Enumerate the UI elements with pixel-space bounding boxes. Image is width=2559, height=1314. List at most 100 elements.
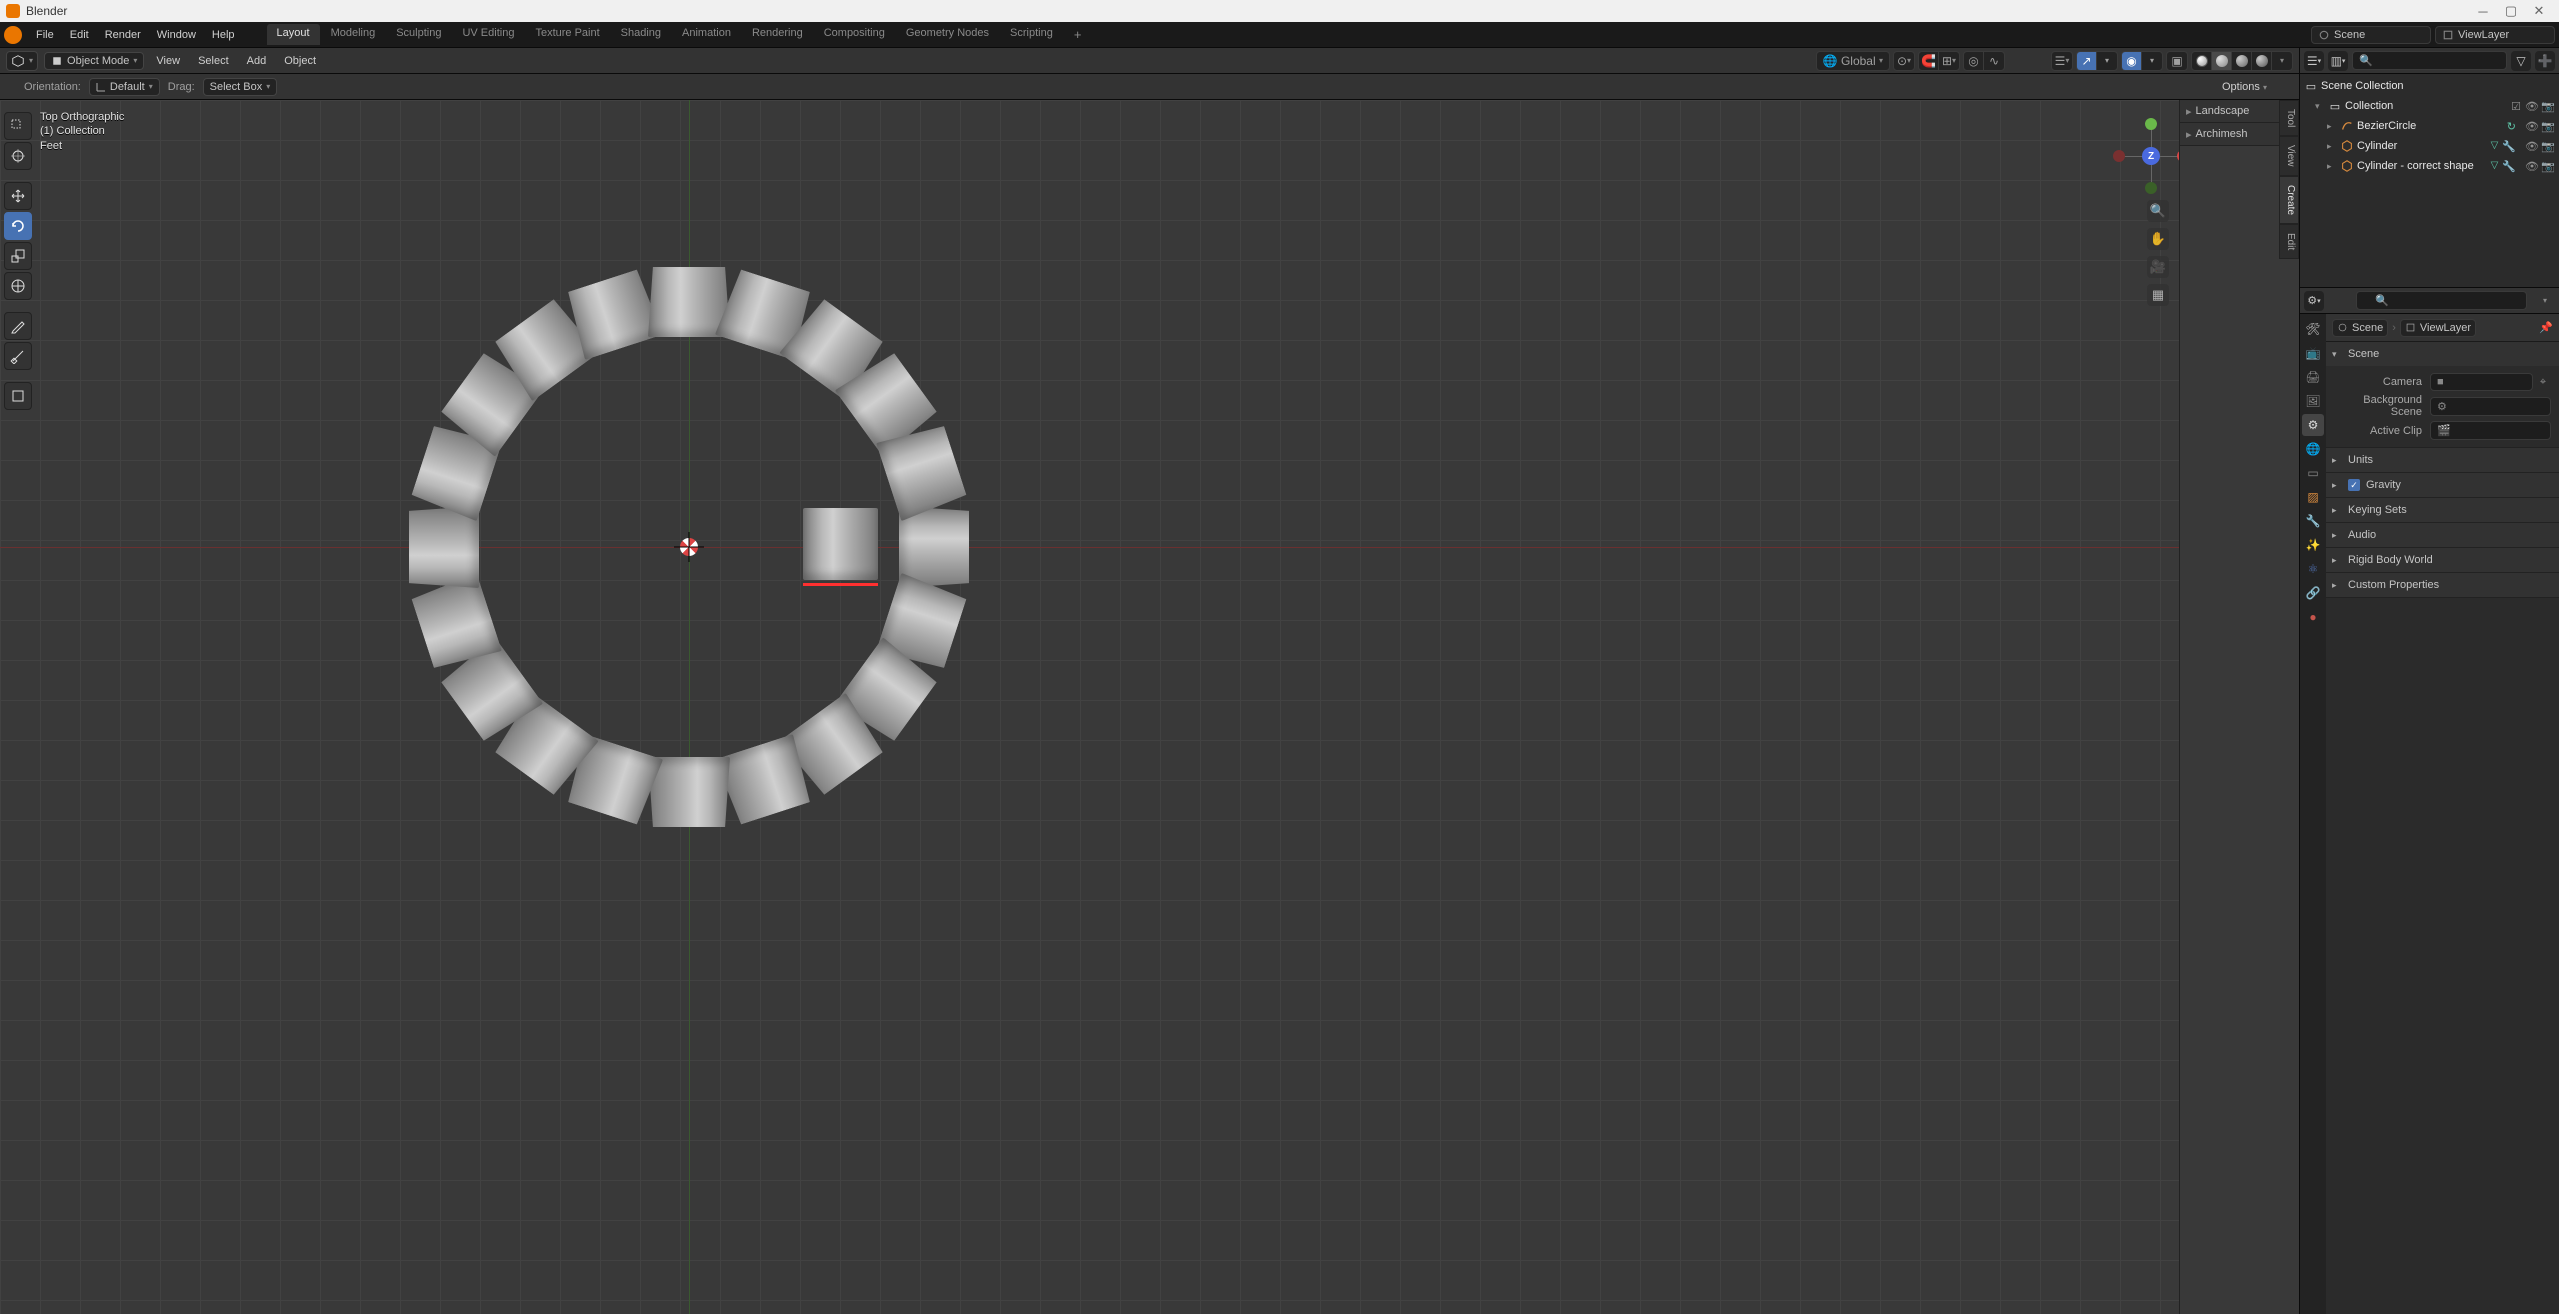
outliner-filter[interactable]: ▽ (2511, 51, 2531, 71)
outliner-tree[interactable]: ▭ Scene Collection ▾ ▭ Collection ☑👁📷 ▸B… (2300, 74, 2559, 287)
npanel-section-landscape[interactable]: ▸Landscape (2180, 100, 2279, 123)
menu-edit[interactable]: Edit (62, 26, 97, 44)
window-maximize-button[interactable]: ▢ (2497, 1, 2525, 21)
shading-solid[interactable] (2212, 52, 2232, 70)
nav-ortho[interactable]: ▦ (2147, 284, 2169, 306)
outliner-new-collection[interactable]: ➕ (2535, 51, 2555, 71)
workspace-tab-compositing[interactable]: Compositing (814, 24, 895, 45)
show-overlays-toggle[interactable]: ◉ (2122, 52, 2142, 70)
gizmo-z[interactable]: Z (2142, 147, 2160, 165)
workspace-tab-sculpting[interactable]: Sculpting (386, 24, 451, 45)
crumb-scene[interactable]: Scene (2332, 319, 2388, 337)
outliner-display-mode[interactable]: ▥▾ (2328, 51, 2348, 71)
tool-move[interactable] (4, 182, 32, 210)
workspace-tab-rendering[interactable]: Rendering (742, 24, 813, 45)
npanel-tab-tool[interactable]: Tool (2279, 100, 2299, 136)
navigation-gizmo[interactable]: Z (2123, 128, 2179, 184)
vp-menu-add[interactable]: Add (241, 52, 273, 70)
camera-eyedropper[interactable]: ⌖ (2535, 373, 2551, 391)
array-cylinder[interactable] (648, 757, 730, 827)
menu-render[interactable]: Render (97, 26, 149, 44)
tab-particles[interactable]: ✨ (2302, 534, 2324, 556)
tool-scale[interactable] (4, 242, 32, 270)
scene-selector[interactable]: Scene (2311, 26, 2431, 44)
outliner-item[interactable]: ▸Cylinder - correct shape▽ 🔧👁📷 (2300, 156, 2559, 176)
workspace-tab-layout[interactable]: Layout (267, 24, 320, 45)
tab-active-tool[interactable]: 🛠 (2302, 318, 2324, 340)
pivot-point[interactable]: ⊙▾ (1893, 51, 1915, 71)
npanel-tab-edit[interactable]: Edit (2279, 224, 2299, 259)
tool-transform[interactable] (4, 272, 32, 300)
tab-render[interactable]: 📺 (2302, 342, 2324, 364)
array-cylinder[interactable] (899, 506, 969, 588)
outliner-editor-type[interactable]: ☰▾ (2304, 51, 2324, 71)
transform-orientation[interactable]: 🌐 Global ▾ (1816, 51, 1890, 71)
vp-menu-select[interactable]: Select (192, 52, 235, 70)
crumb-viewlayer[interactable]: ViewLayer (2400, 319, 2476, 337)
tool-rotate[interactable] (4, 212, 32, 240)
tool-annotate[interactable] (4, 312, 32, 340)
section-custom[interactable]: ▸Custom Properties (2326, 573, 2559, 597)
shading-rendered[interactable] (2252, 52, 2272, 70)
tab-modifiers[interactable]: 🔧 (2302, 510, 2324, 532)
tool-cursor[interactable] (4, 142, 32, 170)
3d-viewport[interactable]: Top Orthographic (1) Collection Feet Z 🔍… (0, 100, 2299, 1314)
workspace-tab-geometry-nodes[interactable]: Geometry Nodes (896, 24, 999, 45)
workspace-tab-modeling[interactable]: Modeling (321, 24, 386, 45)
camera-field[interactable]: ■ (2430, 373, 2533, 391)
outliner-item[interactable]: ▸BezierCircle↻👁📷 (2300, 116, 2559, 136)
tool-select-box[interactable] (4, 112, 32, 140)
section-rigid[interactable]: ▸Rigid Body World (2326, 548, 2559, 572)
tab-output[interactable]: 🖨 (2302, 366, 2324, 388)
menu-window[interactable]: Window (149, 26, 204, 44)
editor-type-button[interactable]: ▾ (6, 51, 38, 71)
xray-toggle[interactable]: ▣ (2166, 51, 2188, 71)
tab-material[interactable]: ● (2302, 606, 2324, 628)
workspace-tab-scripting[interactable]: Scripting (1000, 24, 1063, 45)
array-cylinder[interactable] (648, 267, 730, 337)
snap-toggle[interactable]: 🧲 (1919, 52, 1939, 70)
workspace-tab-shading[interactable]: Shading (611, 24, 671, 45)
orientation-dropdown[interactable]: Default ▾ (89, 78, 160, 96)
tab-object[interactable]: ▨ (2302, 486, 2324, 508)
shading-wireframe[interactable] (2192, 52, 2212, 70)
window-close-button[interactable]: ✕ (2525, 1, 2553, 21)
tab-viewlayer[interactable]: 🖼 (2302, 390, 2324, 412)
section-gravity[interactable]: ▸✓Gravity (2326, 473, 2559, 497)
properties-options[interactable]: ▾ (2535, 291, 2555, 311)
pin-icon[interactable]: 📌 (2539, 321, 2553, 334)
scene-collection-row[interactable]: ▭ Scene Collection (2300, 76, 2559, 96)
workspace-tab-animation[interactable]: Animation (672, 24, 741, 45)
gizmo-y-pos[interactable] (2145, 118, 2157, 130)
vp-menu-view[interactable]: View (150, 52, 186, 70)
npanel-tab-create[interactable]: Create (2279, 176, 2299, 224)
section-audio[interactable]: ▸Audio (2326, 523, 2559, 547)
tab-collection[interactable]: ▭ (2302, 462, 2324, 484)
nav-camera[interactable]: 🎥 (2147, 256, 2169, 278)
tool-measure[interactable] (4, 342, 32, 370)
section-scene[interactable]: ▾Scene (2326, 342, 2559, 366)
collection-row[interactable]: ▾ ▭ Collection ☑👁📷 (2300, 96, 2559, 116)
gizmo-x-neg[interactable] (2113, 150, 2125, 162)
render-icon[interactable]: 📷 (2541, 100, 2555, 113)
blender-icon[interactable] (4, 26, 22, 44)
tab-physics[interactable]: ⚛ (2302, 558, 2324, 580)
nav-zoom[interactable]: 🔍 (2147, 200, 2169, 222)
npanel-tab-view[interactable]: View (2279, 136, 2299, 176)
tool-add-primitive[interactable] (4, 382, 32, 410)
gizmo-options[interactable]: ▾ (2097, 52, 2117, 70)
workspace-tab-uv-editing[interactable]: UV Editing (452, 24, 524, 45)
active-clip-field[interactable]: 🎬 (2430, 421, 2551, 440)
options-dropdown[interactable]: Options ▾ (2214, 78, 2275, 96)
workspace-add-tab[interactable]: + (1064, 24, 1092, 45)
vp-menu-object[interactable]: Object (278, 52, 322, 70)
menu-file[interactable]: File (28, 26, 62, 44)
selected-cylinder[interactable] (803, 508, 878, 580)
tab-constraints[interactable]: 🔗 (2302, 582, 2324, 604)
proportional-edit[interactable]: ◎∿ (1963, 51, 2005, 71)
outliner-search[interactable]: 🔍 (2352, 51, 2507, 70)
section-units[interactable]: ▸Units (2326, 448, 2559, 472)
tab-scene[interactable]: ⚙ (2302, 414, 2324, 436)
interaction-mode-dropdown[interactable]: Object Mode ▾ (44, 52, 144, 70)
visibility-icon[interactable]: 👁 (2525, 100, 2539, 113)
